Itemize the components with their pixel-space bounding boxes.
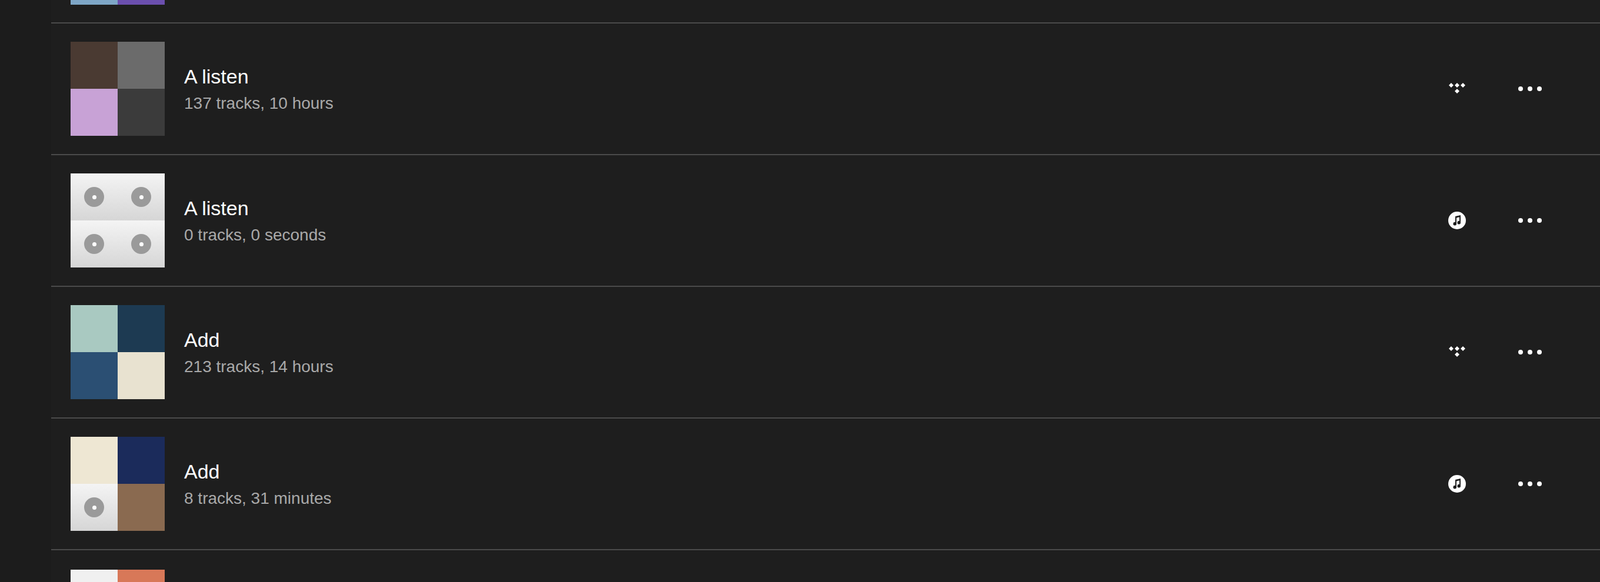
placeholder-tile bbox=[70, 220, 118, 268]
disc-icon bbox=[131, 234, 152, 255]
tidal-icon bbox=[1448, 345, 1466, 359]
playlist-thumbnail bbox=[70, 437, 165, 532]
album-art bbox=[70, 437, 118, 485]
playlist-row[interactable]: A listen137 tracks, 10 hours bbox=[51, 23, 1600, 156]
playlist-thumbnail bbox=[70, 173, 165, 268]
playlist-thumbnail bbox=[70, 305, 165, 400]
apple-music-icon bbox=[1447, 211, 1467, 230]
more-icon[interactable] bbox=[1517, 85, 1543, 92]
playlist-title: A listen bbox=[184, 64, 1448, 90]
album-art bbox=[70, 352, 118, 400]
album-art bbox=[117, 88, 165, 136]
left-gutter bbox=[0, 0, 52, 582]
album-art bbox=[117, 41, 165, 89]
playlist-subtitle: 8 tracks, 31 minutes bbox=[184, 488, 1448, 509]
playlist-title: A listen bbox=[184, 195, 1448, 222]
disc-icon bbox=[84, 234, 105, 255]
album-art bbox=[117, 570, 165, 582]
disc-icon bbox=[84, 187, 105, 208]
playlist-row[interactable]: Add 8 tracks, 31 minutes bbox=[51, 418, 1600, 551]
album-art bbox=[70, 570, 118, 582]
disc-icon bbox=[84, 497, 105, 518]
album-art bbox=[70, 0, 118, 5]
playlist-row[interactable]: Add 213 tracks, 14 hours bbox=[51, 287, 1600, 419]
playlist-page: A listen137 tracks, 10 hoursA listen0 tr… bbox=[0, 0, 1600, 582]
playlist-subtitle: 0 tracks, 0 seconds bbox=[184, 224, 1448, 246]
playlist-subtitle: 213 tracks, 14 hours bbox=[184, 356, 1448, 378]
playlist-list: A listen137 tracks, 10 hoursA listen0 tr… bbox=[51, 0, 1600, 582]
disc-icon bbox=[131, 187, 152, 208]
placeholder-tile bbox=[117, 173, 165, 221]
more-icon[interactable] bbox=[1517, 349, 1543, 356]
playlist-thumbnail bbox=[70, 41, 165, 136]
more-icon[interactable] bbox=[1517, 481, 1543, 488]
album-art bbox=[70, 88, 118, 136]
playlist-title: Add bbox=[184, 327, 1448, 353]
album-art bbox=[117, 305, 165, 353]
album-art bbox=[117, 484, 165, 532]
album-art bbox=[117, 437, 165, 485]
album-art bbox=[70, 41, 118, 89]
placeholder-tile bbox=[117, 220, 165, 268]
playlist-subtitle: 137 tracks, 10 hours bbox=[184, 92, 1448, 114]
tidal-icon bbox=[1448, 82, 1466, 96]
album-art bbox=[117, 0, 165, 5]
more-icon[interactable] bbox=[1517, 217, 1543, 224]
album-art bbox=[70, 305, 118, 353]
playlist-title: Add bbox=[184, 459, 1448, 485]
placeholder-tile bbox=[70, 484, 118, 532]
playlist-row[interactable]: A listen0 tracks, 0 seconds bbox=[51, 155, 1600, 288]
partial-row bbox=[51, 550, 1600, 582]
apple-music-icon bbox=[1447, 474, 1467, 494]
album-art bbox=[117, 352, 165, 400]
placeholder-tile bbox=[70, 173, 118, 221]
partial-row bbox=[51, 0, 1600, 24]
